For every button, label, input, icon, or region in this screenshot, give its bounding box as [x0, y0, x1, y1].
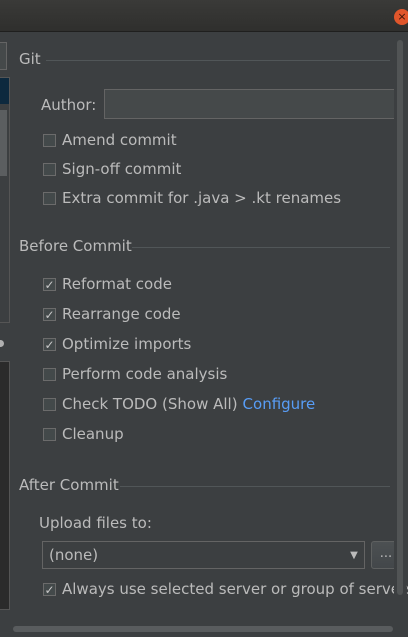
sign-off-commit-checkbox[interactable]: Sign-off commit — [43, 158, 181, 180]
configure-link[interactable]: Configure — [243, 395, 316, 413]
horizontal-scroll-thumb[interactable] — [13, 626, 393, 632]
upload-files-label: Upload files to: — [39, 514, 152, 532]
check-icon[interactable]: ✓ — [43, 337, 56, 351]
checkbox-box[interactable] — [43, 427, 56, 441]
left-panel-preview — [0, 361, 10, 610]
close-icon[interactable]: × — [394, 9, 408, 25]
author-field[interactable] — [104, 89, 398, 119]
left-panel-selected-row[interactable] — [0, 78, 9, 104]
optimize-imports-label: Optimize imports — [62, 335, 192, 353]
rearrange-code-label: Rearrange code — [62, 305, 181, 323]
after-commit-separator — [120, 486, 390, 487]
left-panel-list[interactable] — [0, 77, 10, 323]
author-label: Author: — [41, 96, 97, 114]
upload-server-value: (none) — [49, 546, 99, 564]
sign-off-commit-label: Sign-off commit — [62, 160, 182, 178]
git-section-title: Git — [19, 50, 41, 68]
check-icon[interactable]: ✓ — [43, 277, 56, 291]
checkbox-box[interactable] — [43, 133, 56, 147]
upload-server-select[interactable]: (none) ▼ — [42, 541, 365, 569]
splitter-handle[interactable] — [0, 340, 4, 347]
perform-code-analysis-label: Perform code analysis — [62, 365, 228, 383]
always-use-server-checkbox[interactable]: ✓ Always use selected server or group of… — [43, 578, 408, 600]
perform-code-analysis-checkbox[interactable]: Perform code analysis — [43, 363, 227, 385]
left-panel-input[interactable] — [0, 42, 7, 70]
always-use-server-label: Always use selected server or group of s… — [62, 580, 408, 598]
amend-commit-label: Amend commit — [62, 131, 177, 149]
after-commit-section-title: After Commit — [19, 476, 119, 494]
vertical-scroll-thumb[interactable] — [397, 40, 403, 595]
extra-commit-checkbox[interactable]: Extra commit for .java > .kt renames — [43, 187, 341, 209]
cleanup-checkbox[interactable]: Cleanup — [43, 423, 124, 445]
rearrange-code-checkbox[interactable]: ✓ Rearrange code — [43, 303, 181, 325]
checkbox-box[interactable] — [43, 191, 56, 205]
amend-commit-checkbox[interactable]: Amend commit — [43, 129, 177, 151]
check-icon[interactable]: ✓ — [43, 582, 56, 596]
before-commit-section-title: Before Commit — [19, 237, 132, 255]
cleanup-label: Cleanup — [62, 425, 124, 443]
checkbox-box[interactable] — [43, 397, 56, 411]
checkbox-box[interactable] — [43, 367, 56, 381]
check-todo-checkbox[interactable]: Check TODO (Show All) Configure — [43, 393, 315, 415]
before-commit-separator — [132, 247, 390, 248]
extra-commit-label: Extra commit for .java > .kt renames — [62, 189, 342, 207]
left-panel — [0, 31, 10, 637]
reformat-code-label: Reformat code — [62, 275, 172, 293]
check-todo-label: Check TODO (Show All) — [62, 395, 238, 413]
checkbox-box[interactable] — [43, 162, 56, 176]
reformat-code-checkbox[interactable]: ✓ Reformat code — [43, 273, 172, 295]
left-panel-scroll-thumb[interactable] — [0, 110, 7, 176]
title-bar: × — [0, 0, 408, 32]
chevron-down-icon[interactable]: ▼ — [344, 550, 364, 561]
git-separator — [46, 60, 390, 61]
check-icon[interactable]: ✓ — [43, 307, 56, 321]
optimize-imports-checkbox[interactable]: ✓ Optimize imports — [43, 333, 191, 355]
